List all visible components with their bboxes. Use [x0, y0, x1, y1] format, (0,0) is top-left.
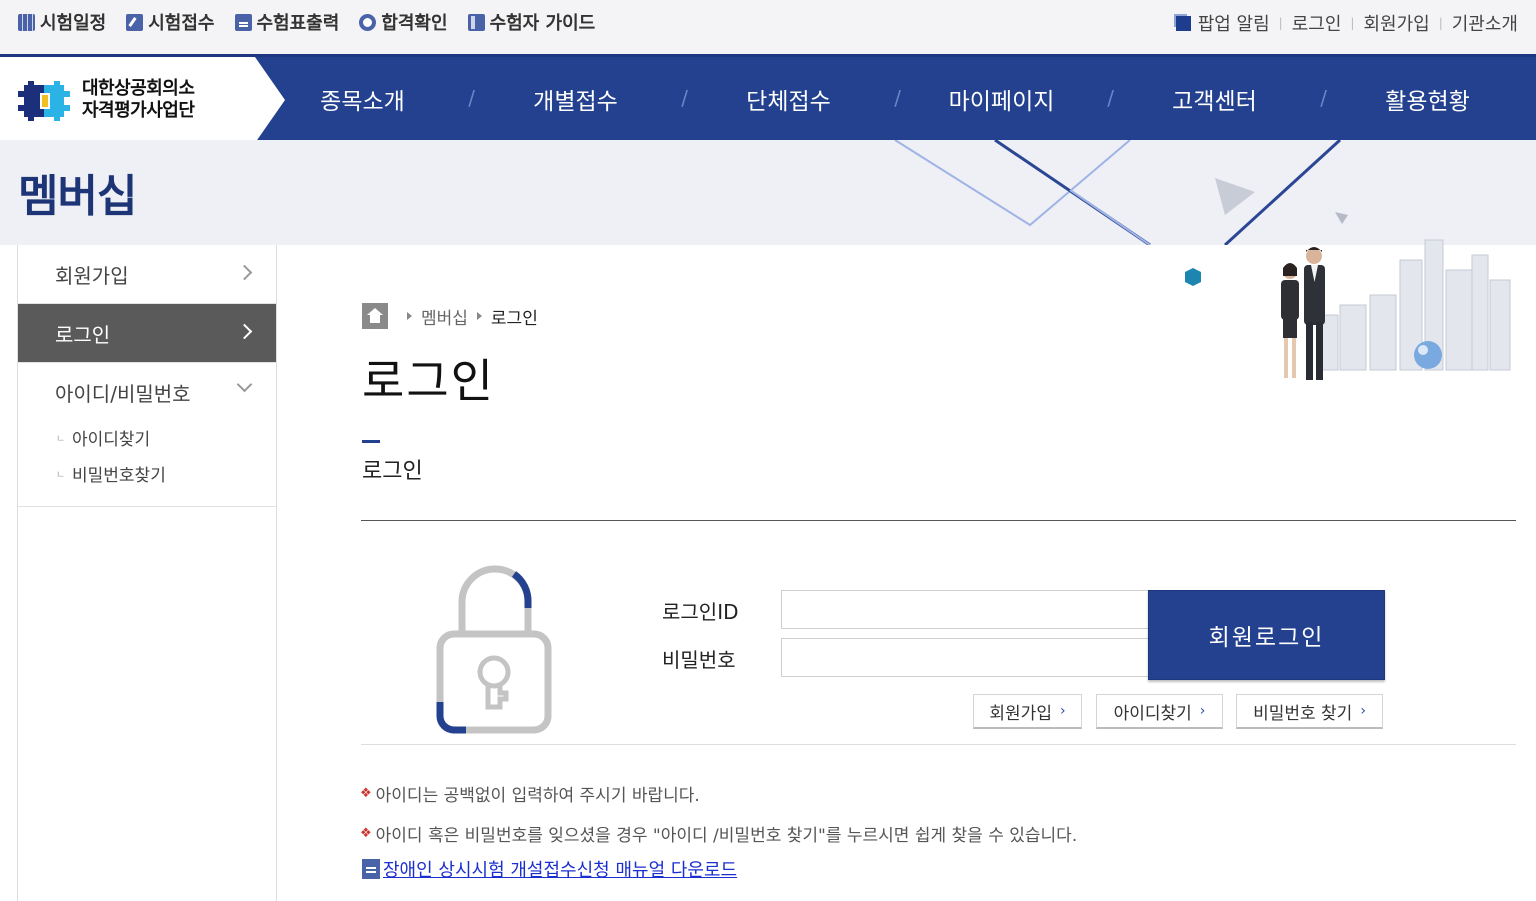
sidebar-subitem-find-id[interactable]: 아이디찾기 [18, 422, 276, 458]
nav-menu: 종목소개 / 개별접수 / 단체접수 / 마이페이지 / 고객센터 / 활용현황 [256, 57, 1536, 140]
find-password-button[interactable]: 비밀번호 찾기 › [1236, 694, 1383, 729]
button-label: 회원가입 [989, 703, 1052, 724]
signup-button[interactable]: 회원가입 › [973, 694, 1082, 729]
quick-menu-ticket-print[interactable]: 수험표출력 [234, 9, 340, 35]
nav-label: 고객센터 [1172, 88, 1257, 115]
sidebar-item-label: 아이디/비밀번호 [55, 382, 191, 406]
sidebar-subitem-find-password[interactable]: 비밀번호찾기 [18, 458, 276, 494]
sidebar-item-find-account[interactable]: 아이디/비밀번호 [18, 363, 276, 422]
nav-item-usage-status[interactable]: 활용현황 [1321, 82, 1534, 116]
quick-menu-guide[interactable]: 수험자 가이드 [467, 9, 596, 35]
utility-bar: 시험일정 시험접수 수험표출력 합격확인 수험자 가이드 팝업 알림 | 로그인… [0, 0, 1536, 54]
divider: | [1438, 16, 1443, 30]
nav-item-mypage[interactable]: 마이페이지 / [895, 82, 1114, 116]
quick-menu-schedule[interactable]: 시험일정 [18, 9, 106, 35]
member-login-button[interactable]: 회원로그인 [1148, 590, 1385, 680]
chevron-down-icon [236, 376, 253, 393]
login-id-input[interactable] [781, 590, 1149, 629]
nav-label: 활용현황 [1385, 88, 1470, 115]
popup-icon [1175, 15, 1191, 31]
document-icon [234, 13, 252, 31]
document-icon [362, 859, 380, 879]
sidebar-item-login[interactable]: 로그인 [18, 304, 276, 363]
popup-alert-link[interactable]: 팝업 알림 [1198, 10, 1270, 36]
quick-menu-label: 시험접수 [148, 13, 215, 34]
login-id-label: 로그인ID [662, 600, 739, 624]
quick-menu-label: 시험일정 [40, 13, 107, 34]
divider [361, 744, 1516, 745]
signup-link[interactable]: 회원가입 [1363, 10, 1429, 36]
quick-menu-result[interactable]: 합격확인 [359, 9, 448, 35]
home-icon[interactable] [362, 303, 388, 329]
sidebar-item-label: 로그인 [55, 322, 111, 347]
breadcrumb-arrow-icon [476, 312, 482, 320]
lock-icon [436, 565, 552, 734]
medal-icon [359, 13, 377, 31]
password-label: 비밀번호 [662, 648, 736, 672]
quick-menu-label: 수험자 가이드 [489, 13, 596, 34]
notice-text: 아이디 혹은 비밀번호를 잊으셨을 경우 "아이디 /비밀번호 찾기"를 누르시… [375, 826, 1078, 846]
logo[interactable]: 대한상공회의소 자격평가사업단 [0, 57, 285, 143]
nav-item-subjects[interactable]: 종목소개 / [256, 82, 475, 116]
chevron-right-icon [236, 323, 253, 340]
login-link[interactable]: 로그인 [1292, 10, 1342, 36]
notice-item: ❖ 아이디 혹은 비밀번호를 잊으셨을 경우 "아이디 /비밀번호 찾기"를 누… [360, 821, 1077, 846]
about-link[interactable]: 기관소개 [1452, 10, 1518, 36]
breadcrumb-section[interactable]: 멤버십 [421, 304, 468, 329]
breadcrumb: 멤버십 로그인 [362, 303, 538, 329]
quick-menu-apply[interactable]: 시험접수 [126, 9, 215, 35]
manual-download-link[interactable]: 장애인 상시시험 개설접수신청 매뉴얼 다운로드 [362, 856, 737, 882]
sidebar: 회원가입 로그인 아이디/비밀번호 아이디찾기 비밀번호찾기 [17, 245, 277, 901]
button-label: 아이디찾기 [1113, 703, 1192, 724]
quick-menu-label: 합격확인 [381, 13, 448, 34]
quick-menu: 시험일정 시험접수 수험표출력 합격확인 수험자 가이드 [18, 9, 595, 35]
quick-menu-label: 수험표출력 [256, 13, 340, 34]
banner-title: 멤버십 [18, 171, 137, 222]
diamond-bullet-icon: ❖ [360, 826, 372, 841]
chevron-right-icon [236, 264, 253, 281]
button-label: 비밀번호 찾기 [1253, 703, 1353, 724]
nav-item-individual-apply[interactable]: 개별접수 / [469, 82, 688, 116]
nav-label: 마이페이지 [948, 88, 1055, 115]
nav-item-group-apply[interactable]: 단체접수 / [682, 82, 901, 116]
nav-item-customer-center[interactable]: 고객센터 / [1108, 82, 1327, 116]
password-input[interactable] [781, 638, 1149, 677]
divider: | [1278, 16, 1283, 30]
diamond-bullet-icon: ❖ [360, 786, 372, 801]
divider: | [1350, 16, 1355, 30]
logo-line-2: 자격평가사업단 [82, 100, 195, 121]
nav-label: 개별접수 [533, 88, 618, 115]
business-people-illustration [1185, 239, 1511, 380]
breadcrumb-current: 로그인 [490, 308, 538, 329]
sidebar-item-label: 회원가입 [55, 263, 129, 288]
pen-icon [126, 13, 144, 31]
find-id-button[interactable]: 아이디찾기 › [1096, 694, 1223, 729]
section-title: 로그인 [362, 459, 423, 484]
section-accent-bar [362, 440, 380, 443]
chevron-right-icon: › [1360, 703, 1366, 719]
nav-label: 종목소개 [320, 88, 405, 115]
account-links: 팝업 알림 | 로그인 | 회원가입 | 기관소개 [1175, 10, 1518, 36]
logo-gear-icon [18, 81, 70, 121]
notice-text: 아이디는 공백없이 입력하여 주시기 바랍니다. [375, 786, 700, 806]
chevron-right-icon: › [1059, 703, 1066, 719]
sidebar-item-signup[interactable]: 회원가입 [18, 245, 276, 304]
calendar-icon [18, 13, 35, 31]
logo-line-1: 대한상공회의소 [82, 78, 195, 99]
page-title: 로그인 [362, 354, 495, 408]
divider [361, 520, 1516, 521]
logo-text: 대한상공회의소 자격평가사업단 [82, 78, 195, 122]
book-icon [467, 13, 485, 31]
sidebar-group-find-account: 아이디/비밀번호 아이디찾기 비밀번호찾기 [18, 363, 276, 507]
link-label: 장애인 상시시험 개설접수신청 매뉴얼 다운로드 [383, 860, 738, 881]
notice-item: ❖ 아이디는 공백없이 입력하여 주시기 바랍니다. [360, 781, 700, 806]
breadcrumb-arrow-icon [407, 312, 412, 320]
chevron-right-icon: › [1199, 703, 1206, 719]
nav-label: 단체접수 [746, 88, 831, 115]
main-nav: 대한상공회의소 자격평가사업단 종목소개 / 개별접수 / 단체접수 / 마이페이지 /… [0, 54, 1536, 143]
